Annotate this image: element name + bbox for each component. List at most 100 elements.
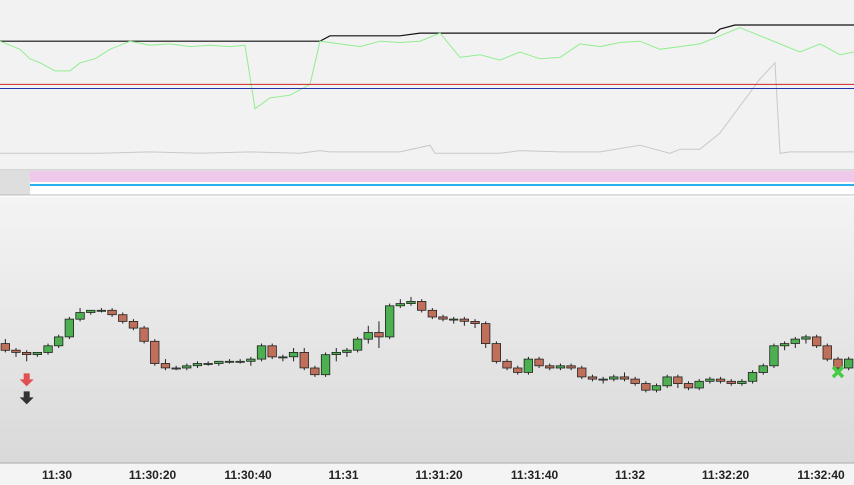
candle-body (459, 318, 470, 322)
candle-body (235, 360, 245, 363)
candle-body (299, 351, 309, 369)
candle-body (246, 358, 256, 362)
candle-body (673, 376, 683, 384)
candle (812, 334, 822, 348)
candle-body (448, 318, 459, 321)
indicator-panel (0, 0, 854, 196)
candle-body (587, 376, 598, 380)
band-pink (30, 171, 854, 182)
candle (384, 303, 395, 340)
candle (150, 339, 160, 366)
candle-body (705, 378, 715, 382)
candle-body (342, 349, 352, 353)
candle-body (214, 360, 224, 364)
time-tick-label: 11:32:40 (797, 468, 845, 482)
time-tick-label: 11:30:40 (224, 468, 272, 482)
band-left-gray (0, 171, 30, 195)
candle-body (641, 383, 651, 391)
candle-body (609, 376, 619, 380)
candle-body (790, 338, 800, 344)
time-tick-label: 11:30:20 (129, 468, 177, 482)
candle (769, 343, 779, 368)
candle-body (406, 301, 416, 305)
candle-body (224, 360, 235, 363)
candle-body (480, 323, 491, 344)
candle-body (470, 321, 480, 325)
candle-body (75, 312, 85, 320)
candle-body (737, 380, 747, 384)
candle-body (534, 358, 544, 367)
candle (491, 341, 502, 364)
candle-body (812, 336, 822, 347)
candle-body (107, 309, 117, 316)
candle-body (363, 332, 373, 340)
candle-body (779, 343, 790, 347)
candle-body (438, 316, 448, 320)
candle-body (384, 305, 395, 338)
candle-body (801, 336, 811, 340)
candle-body (352, 338, 363, 351)
indicator-background (0, 0, 854, 170)
candle-body (171, 367, 181, 370)
candle-body (0, 343, 11, 351)
candle (416, 299, 427, 313)
time-tick-label: 11:31:20 (415, 468, 463, 482)
candle-body (256, 345, 267, 360)
time-tick-label: 11:30 (42, 468, 72, 482)
candle-body (651, 385, 662, 391)
candle (577, 365, 587, 380)
candle-body (715, 378, 726, 382)
candle-body (577, 367, 587, 378)
candle-body (758, 365, 768, 373)
candle-body (502, 360, 512, 369)
candle (139, 325, 149, 344)
candle-body (267, 345, 277, 358)
candle-body (769, 345, 779, 367)
price-background (0, 197, 854, 463)
time-tick-label: 11:32:20 (702, 468, 750, 482)
candle (662, 374, 672, 388)
candle-body (331, 351, 341, 355)
candle-body (150, 340, 160, 364)
candle (267, 343, 277, 360)
candle (256, 343, 267, 362)
candle-body (96, 309, 106, 312)
candle-body (310, 367, 320, 376)
candle-body (139, 327, 149, 342)
chart-window: 11:30 11:30:20 11:30:40 11:31 11:31:20 11:31:… (0, 0, 854, 485)
candle-body (662, 376, 672, 387)
candle-body (160, 363, 171, 369)
candle-body (822, 345, 832, 360)
candle-body (21, 351, 32, 355)
candle-body (128, 321, 139, 329)
candle-body (491, 343, 502, 362)
candle-body (54, 336, 64, 347)
candle-body (523, 358, 533, 373)
candle-body (844, 358, 854, 369)
candle-body (747, 371, 758, 382)
candle-body (203, 363, 213, 365)
candle-body (427, 309, 438, 318)
candle-body (619, 376, 630, 380)
candle (747, 370, 758, 384)
candle-body (555, 365, 566, 369)
candle-body (683, 383, 694, 389)
candle-body (64, 318, 74, 338)
candle-body (278, 356, 288, 359)
candle-body (630, 378, 640, 384)
candle (352, 336, 363, 353)
candle-body (513, 367, 523, 373)
candle-body (86, 309, 96, 313)
candle-body (566, 365, 576, 369)
candle-body (395, 303, 405, 307)
candle-body (545, 365, 555, 369)
candle-body (598, 378, 608, 381)
candle-body (374, 332, 384, 338)
candle (64, 316, 74, 340)
time-axis-ticks: 11:30 11:30:20 11:30:40 11:31 11:31:20 11:31:… (42, 468, 845, 482)
candle-body (320, 354, 331, 376)
candle-body (288, 351, 299, 358)
candle (844, 356, 854, 371)
candle-body (694, 380, 704, 389)
candle (54, 334, 64, 348)
